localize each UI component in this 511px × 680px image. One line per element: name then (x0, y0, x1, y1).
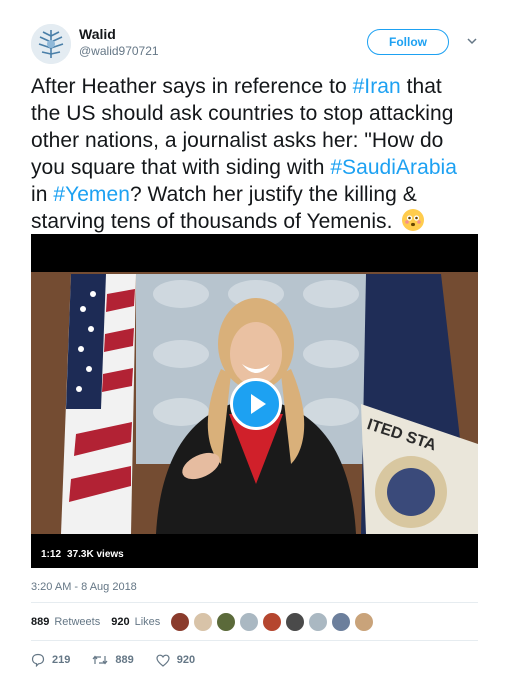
follow-button[interactable]: Follow (367, 29, 449, 55)
tweet-text-segment: that (400, 75, 442, 98)
reply-count: 219 (52, 654, 71, 666)
liker-avatar[interactable] (216, 612, 236, 632)
hashtag-link[interactable]: #Iran (353, 75, 401, 98)
divider-bottom (31, 640, 478, 641)
retweets-label[interactable]: Retweets (54, 616, 100, 628)
retweet-action[interactable]: 889 (92, 653, 134, 667)
liker-avatar[interactable] (354, 612, 374, 632)
tweet-text-line: other nations, a journalist asks her: "H… (31, 127, 491, 154)
tweet-text-line: you square that with siding with #SaudiA… (31, 154, 491, 181)
tweet-text-line: After Heather says in reference to #Iran… (31, 73, 491, 100)
retweets-count[interactable]: 889 (31, 616, 49, 628)
reply-action[interactable]: 219 (31, 653, 70, 667)
tweet-text-line: the US should ask countries to stop atta… (31, 100, 491, 127)
retweet-icon (92, 655, 108, 665)
likers-avatars[interactable] (170, 612, 377, 632)
engagement-stats: 889 Retweets 920 Likes (31, 616, 160, 628)
tweet-text-line: starving tens of thousands of Yemenis. (31, 208, 491, 235)
tweet-card: Walid @walid970721 Follow After Heather … (0, 0, 511, 680)
play-button[interactable] (230, 378, 282, 430)
reply-icon (31, 653, 45, 667)
tweet-timestamp[interactable]: 3:20 AM - 8 Aug 2018 (31, 581, 137, 593)
tweet-text-segment: in (31, 183, 54, 206)
video-player[interactable]: ITED STA 1:12 37.3K views (31, 234, 478, 568)
tweet-text-segment: the US should ask countries to stop atta… (31, 102, 454, 125)
retweet-count: 889 (115, 654, 134, 666)
author-name[interactable]: Walid (79, 26, 116, 42)
tweet-text-segment: After Heather says in reference to (31, 75, 353, 98)
liker-avatar[interactable] (331, 612, 351, 632)
tweet-text-line: in #Yemen? Watch her justify the killing… (31, 181, 491, 208)
tweet-text-segment: starving tens of thousands of Yemenis. (31, 210, 399, 233)
hashtag-link[interactable]: #Yemen (53, 183, 130, 206)
like-action[interactable]: 920 (156, 654, 195, 667)
play-icon (251, 394, 266, 414)
liker-avatar[interactable] (262, 612, 282, 632)
tweet-actions: 219 889 920 (31, 653, 217, 667)
liker-avatar[interactable] (170, 612, 190, 632)
flushed-face-emoji-icon (402, 209, 425, 231)
likes-label[interactable]: Likes (135, 616, 161, 628)
tweet-text-segment: other nations, a journalist asks her: "H… (31, 129, 444, 152)
video-views: 37.3K views (67, 548, 124, 560)
likes-count[interactable]: 920 (111, 616, 129, 628)
liker-avatar[interactable] (285, 612, 305, 632)
like-count: 920 (176, 654, 196, 666)
tweet-text: After Heather says in reference to #Iran… (31, 73, 491, 235)
chevron-down-icon[interactable] (466, 36, 478, 46)
heart-icon (156, 654, 170, 667)
liker-avatar[interactable] (239, 612, 259, 632)
video-info-badge: 1:12 37.3K views (36, 545, 129, 563)
hashtag-link[interactable]: #SaudiArabia (330, 156, 457, 179)
tweet-text-segment: ? Watch her justify the killing & (129, 183, 417, 206)
divider-top (31, 602, 478, 603)
author-avatar[interactable] (31, 24, 71, 64)
author-handle[interactable]: @walid970721 (79, 44, 159, 58)
video-duration: 1:12 (41, 548, 62, 560)
tweet-text-segment: you square that with siding with (31, 156, 331, 179)
liker-avatar[interactable] (308, 612, 328, 632)
liker-avatar[interactable] (193, 612, 213, 632)
